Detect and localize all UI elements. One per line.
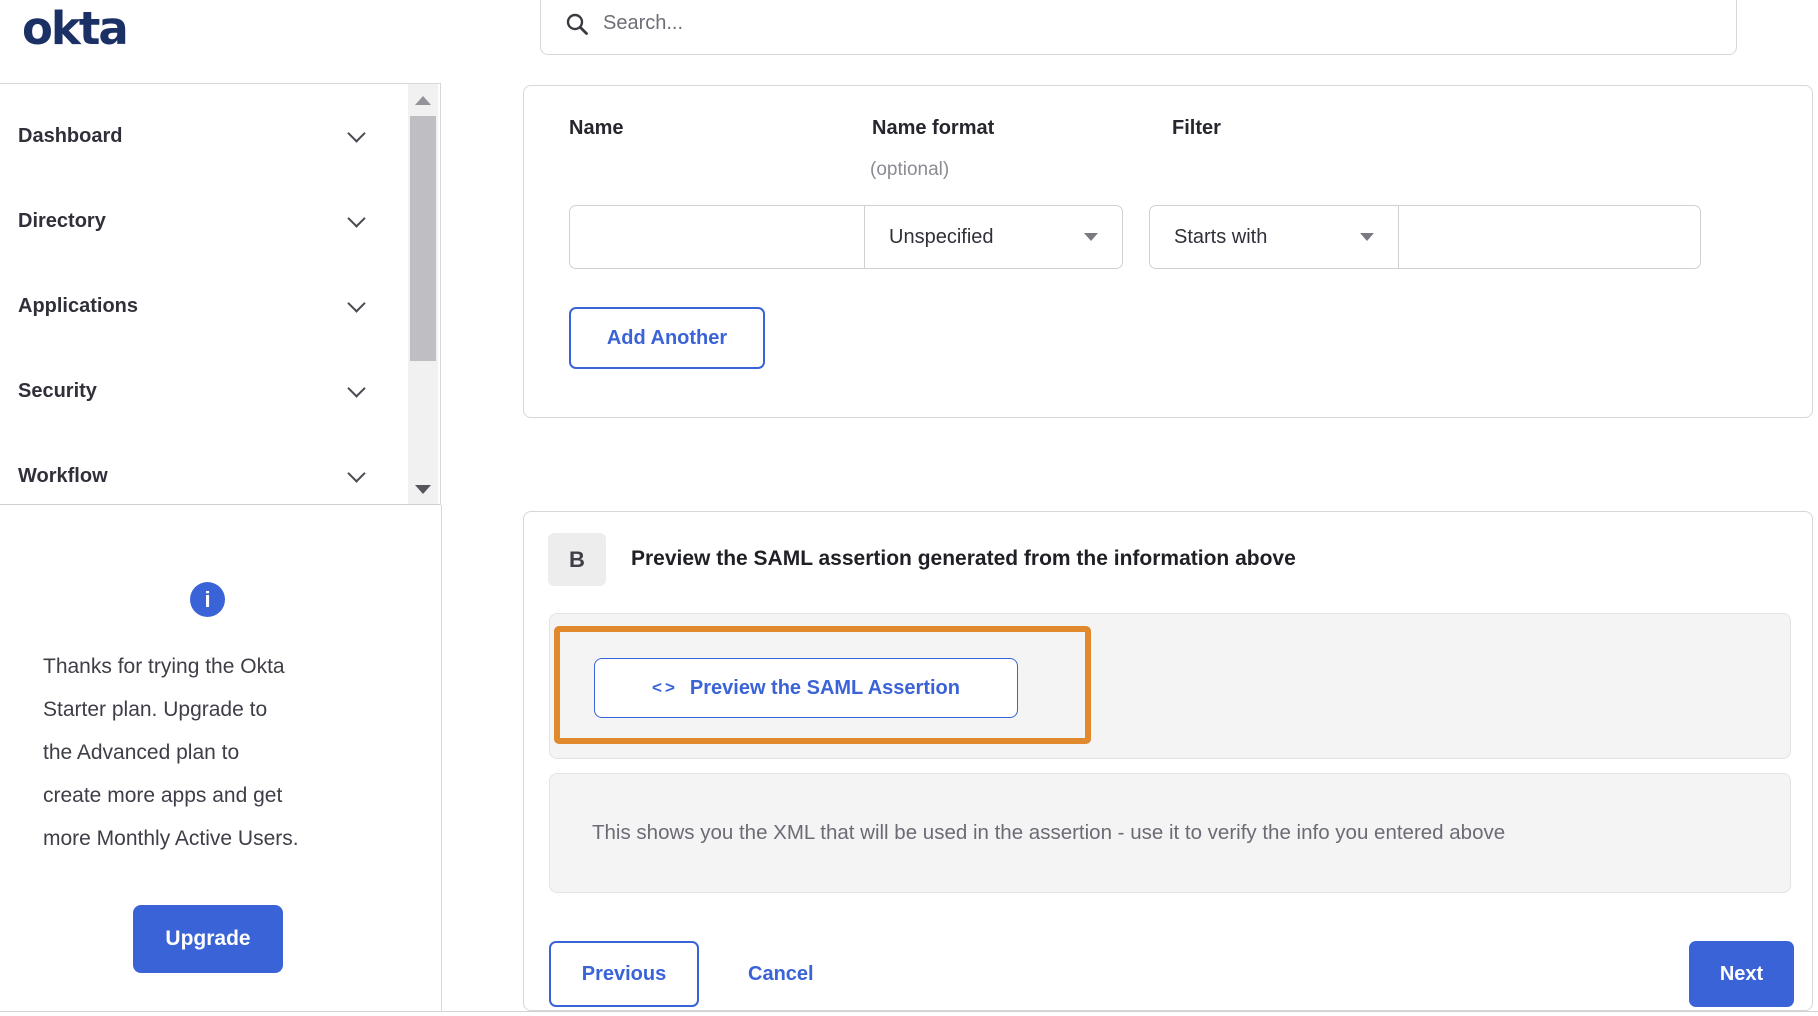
chevron-down-icon <box>347 209 365 227</box>
search-icon <box>565 12 589 36</box>
dropdown-caret-icon <box>1084 233 1098 241</box>
left-column-divider <box>441 505 442 1011</box>
sidebar-item-dashboard[interactable]: Dashboard <box>0 94 408 179</box>
search-bar[interactable] <box>540 0 1737 55</box>
preview-saml-assertion-label: Preview the SAML Assertion <box>690 677 960 700</box>
saml-preview-title: Preview the SAML assertion generated fro… <box>631 547 1296 571</box>
scrollbar-up-icon[interactable] <box>415 96 431 105</box>
saml-preview-panel: B Preview the SAML assertion generated f… <box>523 511 1813 1011</box>
name-format-select-value: Unspecified <box>889 226 994 249</box>
attribute-statements-panel: Name Name format (optional) Filter Unspe… <box>523 85 1813 418</box>
search-input[interactable] <box>603 12 1603 35</box>
scrollbar-down-icon[interactable] <box>415 485 431 494</box>
dropdown-caret-icon <box>1360 233 1374 241</box>
plan-notice-line: more Monthly Active Users. <box>43 817 383 860</box>
chevron-down-icon <box>347 464 365 482</box>
sidebar-item-label: Workflow <box>18 465 108 488</box>
helper-text-container: This shows you the XML that will be used… <box>549 773 1791 893</box>
filter-value-input[interactable] <box>1398 205 1701 269</box>
plan-notice-line: Thanks for trying the Okta <box>43 645 383 688</box>
sidebar-item-directory[interactable]: Directory <box>0 179 408 264</box>
attribute-name-input[interactable] <box>569 205 865 269</box>
page-bottom-border <box>0 1011 1818 1012</box>
helper-text: This shows you the XML that will be used… <box>592 821 1505 845</box>
name-format-select[interactable]: Unspecified <box>864 205 1123 269</box>
preview-saml-assertion-button[interactable]: <> Preview the SAML Assertion <box>594 658 1018 718</box>
preview-button-container: <> Preview the SAML Assertion <box>549 613 1791 759</box>
plan-notice-line: Starter plan. Upgrade to <box>43 688 383 731</box>
sidebar-item-workflow[interactable]: Workflow <box>0 434 408 519</box>
sidebar-item-label: Security <box>18 380 97 403</box>
scrollbar-thumb[interactable] <box>410 116 436 361</box>
upgrade-button[interactable]: Upgrade <box>133 905 283 973</box>
info-icon: i <box>190 582 225 617</box>
filter-operator-select-value: Starts with <box>1174 226 1267 249</box>
sidebar-item-label: Dashboard <box>18 125 122 148</box>
sidebar-item-applications[interactable]: Applications <box>0 264 408 349</box>
name-format-column-label: Name format <box>872 117 994 140</box>
cancel-button[interactable]: Cancel <box>748 941 814 1007</box>
code-icon: <> <box>652 678 678 698</box>
chevron-down-icon <box>347 124 365 142</box>
sidebar-item-label: Directory <box>18 210 106 233</box>
name-column-label: Name <box>569 117 623 140</box>
add-another-button[interactable]: Add Another <box>569 307 765 369</box>
sidebar: Dashboard Directory Applications Securit… <box>0 83 441 505</box>
previous-button[interactable]: Previous <box>549 941 699 1007</box>
okta-logo[interactable]: okta <box>22 2 127 55</box>
sidebar-item-security[interactable]: Security <box>0 349 408 434</box>
plan-notice-line: the Advanced plan to <box>43 731 383 774</box>
sidebar-item-label: Applications <box>18 295 138 318</box>
name-format-hint: (optional) <box>870 159 949 181</box>
plan-notice-line: create more apps and get <box>43 774 383 817</box>
filter-operator-select[interactable]: Starts with <box>1149 205 1399 269</box>
chevron-down-icon <box>347 379 365 397</box>
chevron-down-icon <box>347 294 365 312</box>
sidebar-scrollbar <box>408 84 438 504</box>
plan-notice-text: Thanks for trying the Okta Starter plan.… <box>43 645 383 860</box>
filter-column-label: Filter <box>1172 117 1221 140</box>
next-button[interactable]: Next <box>1689 941 1794 1007</box>
step-b-badge: B <box>548 533 606 586</box>
